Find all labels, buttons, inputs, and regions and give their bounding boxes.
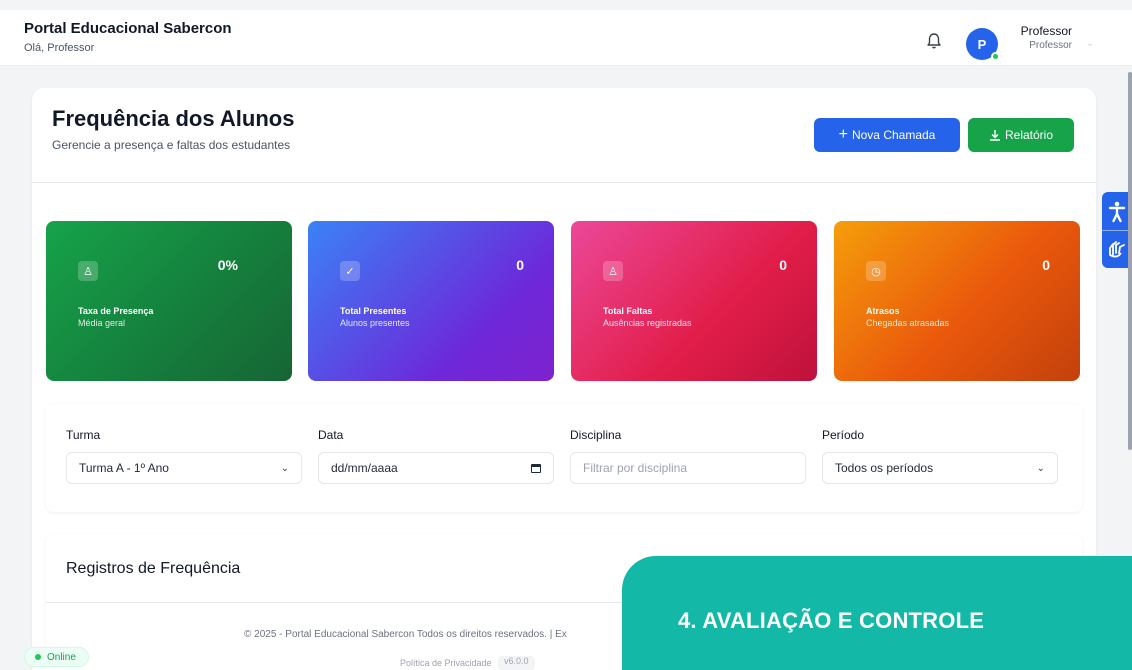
- stat-value: 0%: [217, 257, 238, 273]
- stat-card-late-arrivals: ◷ 0 Atrasos Chegadas atrasadas: [834, 221, 1080, 381]
- bell-icon[interactable]: [926, 32, 942, 50]
- status-dot: [35, 654, 41, 660]
- period-label: Período: [822, 428, 865, 442]
- stat-value: 0: [516, 257, 524, 273]
- stat-sublabel: Ausências registradas: [603, 318, 692, 328]
- user-role: Professor: [1029, 40, 1072, 51]
- stat-label: Atrasos: [866, 306, 900, 316]
- discipline-input[interactable]: Filtrar por disciplina: [570, 452, 806, 484]
- chevron-down-icon[interactable]: ⌄: [1086, 38, 1094, 49]
- divider: [32, 182, 1096, 183]
- footer-copyright: © 2025 - Portal Educacional Sabercon Tod…: [244, 629, 567, 640]
- new-call-button[interactable]: + Nova Chamada: [814, 118, 960, 152]
- user-x-icon: ♙: [603, 261, 623, 281]
- discipline-label: Disciplina: [570, 428, 622, 442]
- section-banner: 4. AVALIAÇÃO E CONTROLE: [622, 556, 1132, 670]
- date-label: Data: [318, 428, 344, 442]
- stat-value: 0: [779, 257, 787, 273]
- page-subtitle: Gerencie a presença e faltas dos estudan…: [52, 138, 291, 152]
- calendar-icon[interactable]: [531, 463, 541, 473]
- stat-label: Taxa de Presença: [78, 306, 154, 316]
- online-label: Online: [47, 651, 76, 663]
- page-title: Frequência dos Alunos: [52, 106, 295, 131]
- download-icon: [989, 130, 1000, 141]
- presence-dot: [991, 52, 1000, 61]
- chevron-down-icon: ⌄: [280, 462, 289, 474]
- records-title: Registros de Frequência: [66, 560, 241, 577]
- stat-card-total-present: ✓ 0 Total Presentes Alunos presentes: [308, 221, 554, 381]
- chevron-down-icon: ⌄: [1036, 462, 1045, 474]
- date-placeholder: dd/mm/aaaa: [331, 461, 398, 475]
- scrollbar[interactable]: [1128, 72, 1132, 450]
- filters-panel: Turma Turma A - 1º Ano ⌄ Data dd/mm/aaaa…: [46, 404, 1082, 512]
- discipline-placeholder: Filtrar por disciplina: [583, 461, 688, 475]
- plus-icon: +: [838, 126, 848, 143]
- new-call-label: Nova Chamada: [851, 128, 936, 142]
- stat-label: Total Presentes: [340, 306, 407, 316]
- privacy-link[interactable]: Política de Privacidade: [400, 658, 492, 668]
- turma-select[interactable]: Turma A - 1º Ano ⌄: [66, 452, 302, 484]
- user-name[interactable]: Professor: [1012, 24, 1072, 38]
- turma-label: Turma: [66, 428, 101, 442]
- period-select[interactable]: Todos os períodos ⌄: [822, 452, 1058, 484]
- turma-value: Turma A - 1º Ano: [79, 461, 169, 475]
- app-title: Portal Educacional Sabercon: [24, 20, 232, 37]
- stat-sublabel: Média geral: [78, 318, 126, 328]
- report-button[interactable]: Relatório: [968, 118, 1074, 152]
- stat-sublabel: Alunos presentes: [340, 318, 410, 328]
- stat-card-attendance-rate: ♙ 0% Taxa de Presença Média geral: [46, 221, 292, 381]
- version-badge: v6.0.0: [498, 656, 535, 670]
- clock-icon: ◷: [866, 261, 886, 281]
- section-banner-title: 4. AVALIAÇÃO E CONTROLE: [678, 608, 985, 633]
- top-header: Portal Educacional Sabercon Olá, Profess…: [0, 10, 1132, 66]
- stat-card-total-absences: ♙ 0 Total Faltas Ausências registradas: [571, 221, 817, 381]
- stat-value: 0: [1042, 257, 1050, 273]
- date-input[interactable]: dd/mm/aaaa: [318, 452, 554, 484]
- period-value: Todos os períodos: [835, 461, 934, 475]
- greeting: Olá, Professor: [24, 42, 95, 54]
- user-check-icon: ♙: [78, 261, 98, 281]
- stat-label: Total Faltas: [603, 306, 653, 316]
- report-label: Relatório: [1004, 128, 1054, 142]
- stat-sublabel: Chegadas atrasadas: [866, 318, 950, 328]
- check-circle-icon: ✓: [340, 261, 360, 281]
- online-status: Online: [24, 647, 89, 667]
